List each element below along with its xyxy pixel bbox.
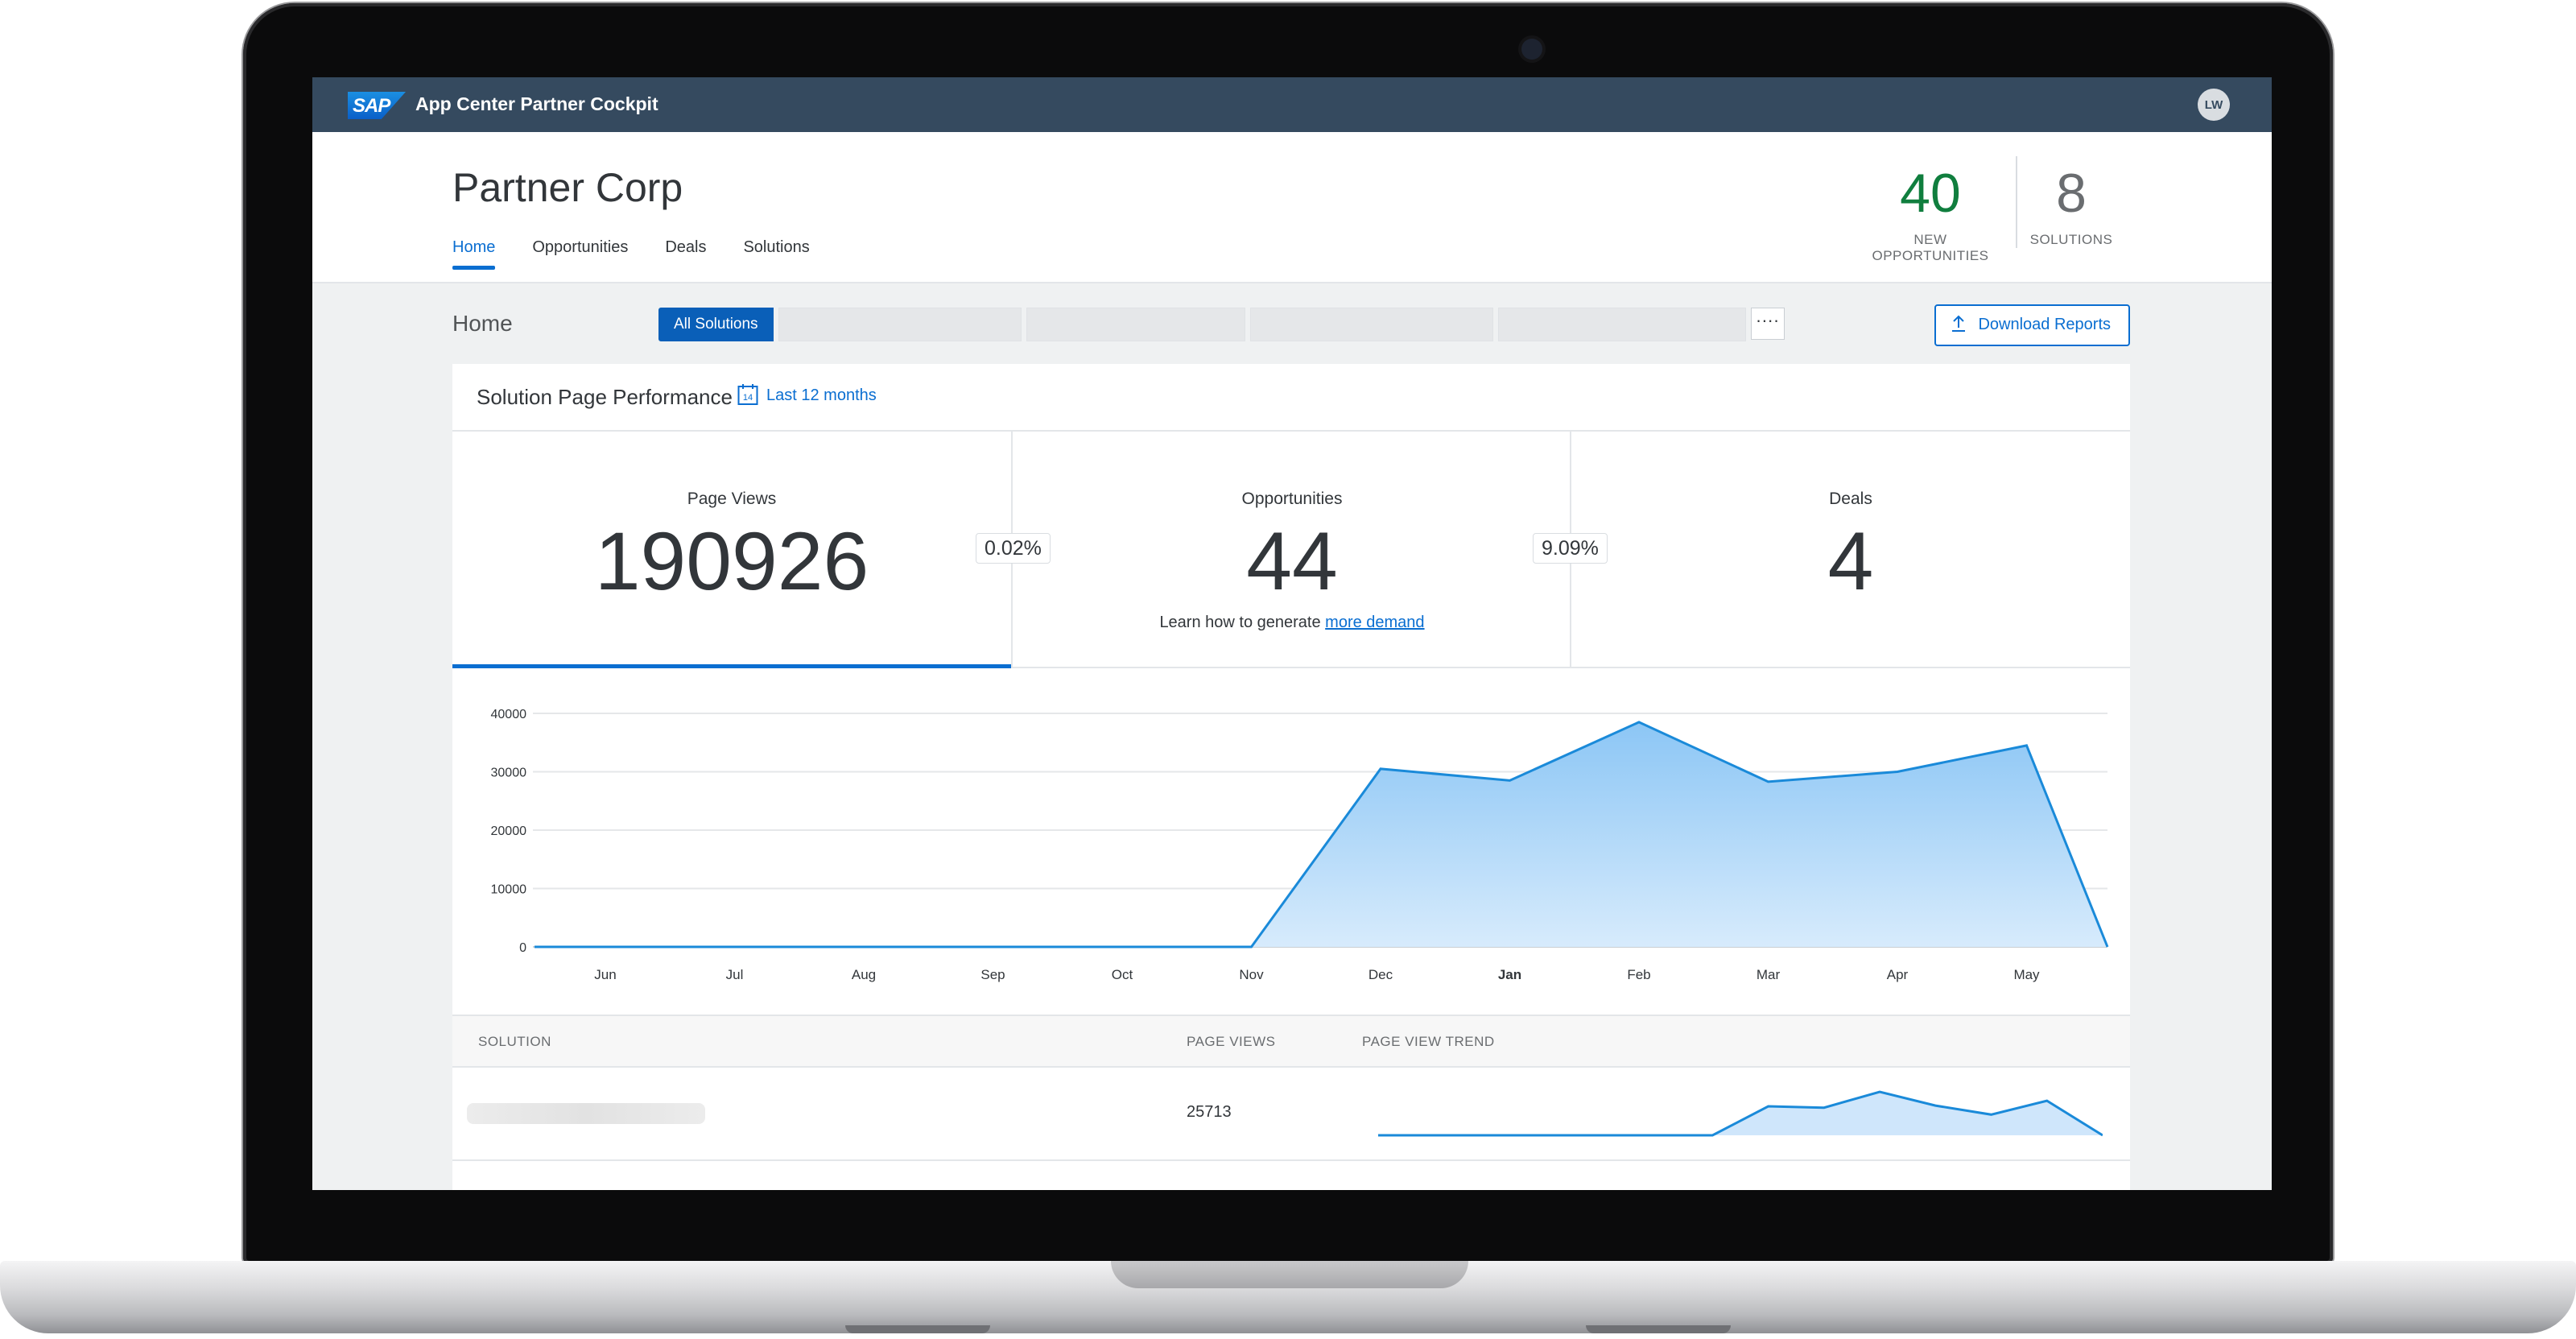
metric-value: 4 <box>1827 515 1874 607</box>
more-demand-link[interactable]: more demand <box>1325 614 1424 631</box>
x-tick-label: Dec <box>1368 967 1393 982</box>
x-tick-label: Aug <box>852 967 876 982</box>
solution-name-redacted <box>467 1103 705 1124</box>
kpi-solutions: 8 SOLUTIONS <box>2027 164 2116 248</box>
x-tick-label: Oct <box>1112 967 1133 982</box>
tab-bar: Home Opportunities Deals Solutions <box>452 238 847 270</box>
row-page-views: 25713 <box>1187 1103 1232 1121</box>
laptop-foot <box>845 1325 990 1333</box>
metric-label: Deals <box>1829 490 1872 508</box>
home-toolbar: Home All Solutions ···· Download Reports <box>452 304 2130 346</box>
app-title: App Center Partner Cockpit <box>415 93 658 114</box>
col-solution[interactable]: SOLUTION <box>478 1034 551 1050</box>
period-label: Last 12 months <box>766 386 877 404</box>
card-header: Solution Page Performance 14 Last 12 mon… <box>452 364 2130 432</box>
calendar-icon: 14 <box>737 384 758 405</box>
metric-value: 190926 <box>594 515 869 607</box>
kpi-divider <box>2016 156 2017 248</box>
area-chart-svg: 0 10000 20000 30000 40000 Jun Jul Aug Sep Oct Nov D… <box>491 708 2109 982</box>
metric-value: 44 <box>1246 515 1338 607</box>
sap-logo[interactable]: SAP <box>348 92 406 119</box>
filter-all-solutions[interactable]: All Solutions <box>658 308 774 341</box>
y-tick-label: 20000 <box>491 824 527 838</box>
laptop-foot <box>1586 1325 1731 1333</box>
x-tick-label: Mar <box>1757 967 1781 982</box>
x-tick-label: Jun <box>594 967 616 982</box>
metric-label: Opportunities <box>1241 490 1343 508</box>
kpi-value: 40 <box>1900 163 1961 224</box>
page-views-chart: 0 10000 20000 30000 40000 Jun Jul Aug Sep Oct Nov D… <box>452 668 2130 1006</box>
trend-sparkline <box>1378 1090 2103 1137</box>
tab-solutions[interactable]: Solutions <box>743 238 809 270</box>
x-tick-label: Apr <box>1887 967 1909 982</box>
col-page-view-trend[interactable]: PAGE VIEW TREND <box>1362 1034 1495 1050</box>
x-tick-label: Jul <box>726 967 744 982</box>
upload-icon <box>1952 315 1966 332</box>
conversion-rate-badge: 0.02% <box>976 533 1051 564</box>
x-tick-label: Feb <box>1627 967 1650 982</box>
conversion-rate-badge: 9.09% <box>1533 533 1608 564</box>
table-row[interactable] <box>452 1161 2130 1190</box>
page-title: Partner Corp <box>452 165 683 210</box>
avatar[interactable]: LW <box>2198 89 2230 121</box>
laptop-notch <box>1111 1261 1468 1288</box>
camera <box>1521 39 1542 60</box>
demand-note: Learn how to generate more demand <box>1013 614 1571 632</box>
filter-solution-option[interactable] <box>778 308 1022 341</box>
kpi-new-opportunities: 40 NEW OPPORTUNITIES <box>1855 164 2006 264</box>
metric-label: Page Views <box>687 490 777 508</box>
section-title: Home <box>452 311 513 336</box>
x-tick-label: Jan <box>1498 967 1521 982</box>
more-filters-button[interactable]: ···· <box>1750 308 1785 340</box>
x-tick-label: Nov <box>1239 967 1264 982</box>
metric-opportunities[interactable]: Opportunities 44 Learn how to generate m… <box>1013 430 1571 667</box>
metric-page-views[interactable]: Page Views 190926 <box>452 430 1011 668</box>
filter-solution-option[interactable] <box>1249 308 1493 341</box>
area-fill <box>535 721 2107 947</box>
shell-bar: SAP App Center Partner Cockpit LW <box>312 77 2272 132</box>
download-reports-label: Download Reports <box>1978 316 2111 333</box>
kpi-value: 8 <box>2056 163 2087 224</box>
solution-filter: All Solutions ···· <box>658 308 1785 341</box>
table-header: SOLUTION PAGE VIEWS PAGE VIEW TREND <box>452 1015 2130 1068</box>
tab-deals[interactable]: Deals <box>665 238 706 270</box>
y-tick-label: 0 <box>519 941 526 955</box>
filter-solution-option[interactable] <box>1497 308 1746 341</box>
col-page-views[interactable]: PAGE VIEWS <box>1187 1034 1276 1050</box>
tab-home[interactable]: Home <box>452 238 496 270</box>
table-row[interactable]: 25713 <box>452 1066 2130 1161</box>
y-tick-label: 40000 <box>491 708 527 721</box>
object-header: Partner Corp Home Opportunities Deals So… <box>312 132 2272 283</box>
metrics-row: Page Views 190926 Opportunities 44 Learn… <box>452 430 2130 668</box>
tab-opportunities[interactable]: Opportunities <box>532 238 628 270</box>
y-tick-label: 30000 <box>491 767 527 780</box>
y-tick-label: 10000 <box>491 883 527 897</box>
demand-note-text: Learn how to generate <box>1159 614 1321 631</box>
filter-solution-option[interactable] <box>1026 308 1245 341</box>
x-tick-label: May <box>2013 967 2040 982</box>
kpi-label: NEW OPPORTUNITIES <box>1872 232 1989 263</box>
calendar-day: 14 <box>743 393 753 403</box>
metric-deals[interactable]: Deals 4 <box>1571 430 2130 667</box>
screen: SAP App Center Partner Cockpit LW Partne… <box>312 77 2272 1190</box>
x-tick-label: Sep <box>980 967 1005 982</box>
period-selector[interactable]: 14 Last 12 months <box>737 384 877 405</box>
kpi-label: SOLUTIONS <box>2029 232 2113 247</box>
download-reports-button[interactable]: Download Reports <box>1934 304 2130 346</box>
card-title: Solution Page Performance <box>477 385 733 409</box>
performance-card: Solution Page Performance 14 Last 12 mon… <box>452 364 2130 1190</box>
